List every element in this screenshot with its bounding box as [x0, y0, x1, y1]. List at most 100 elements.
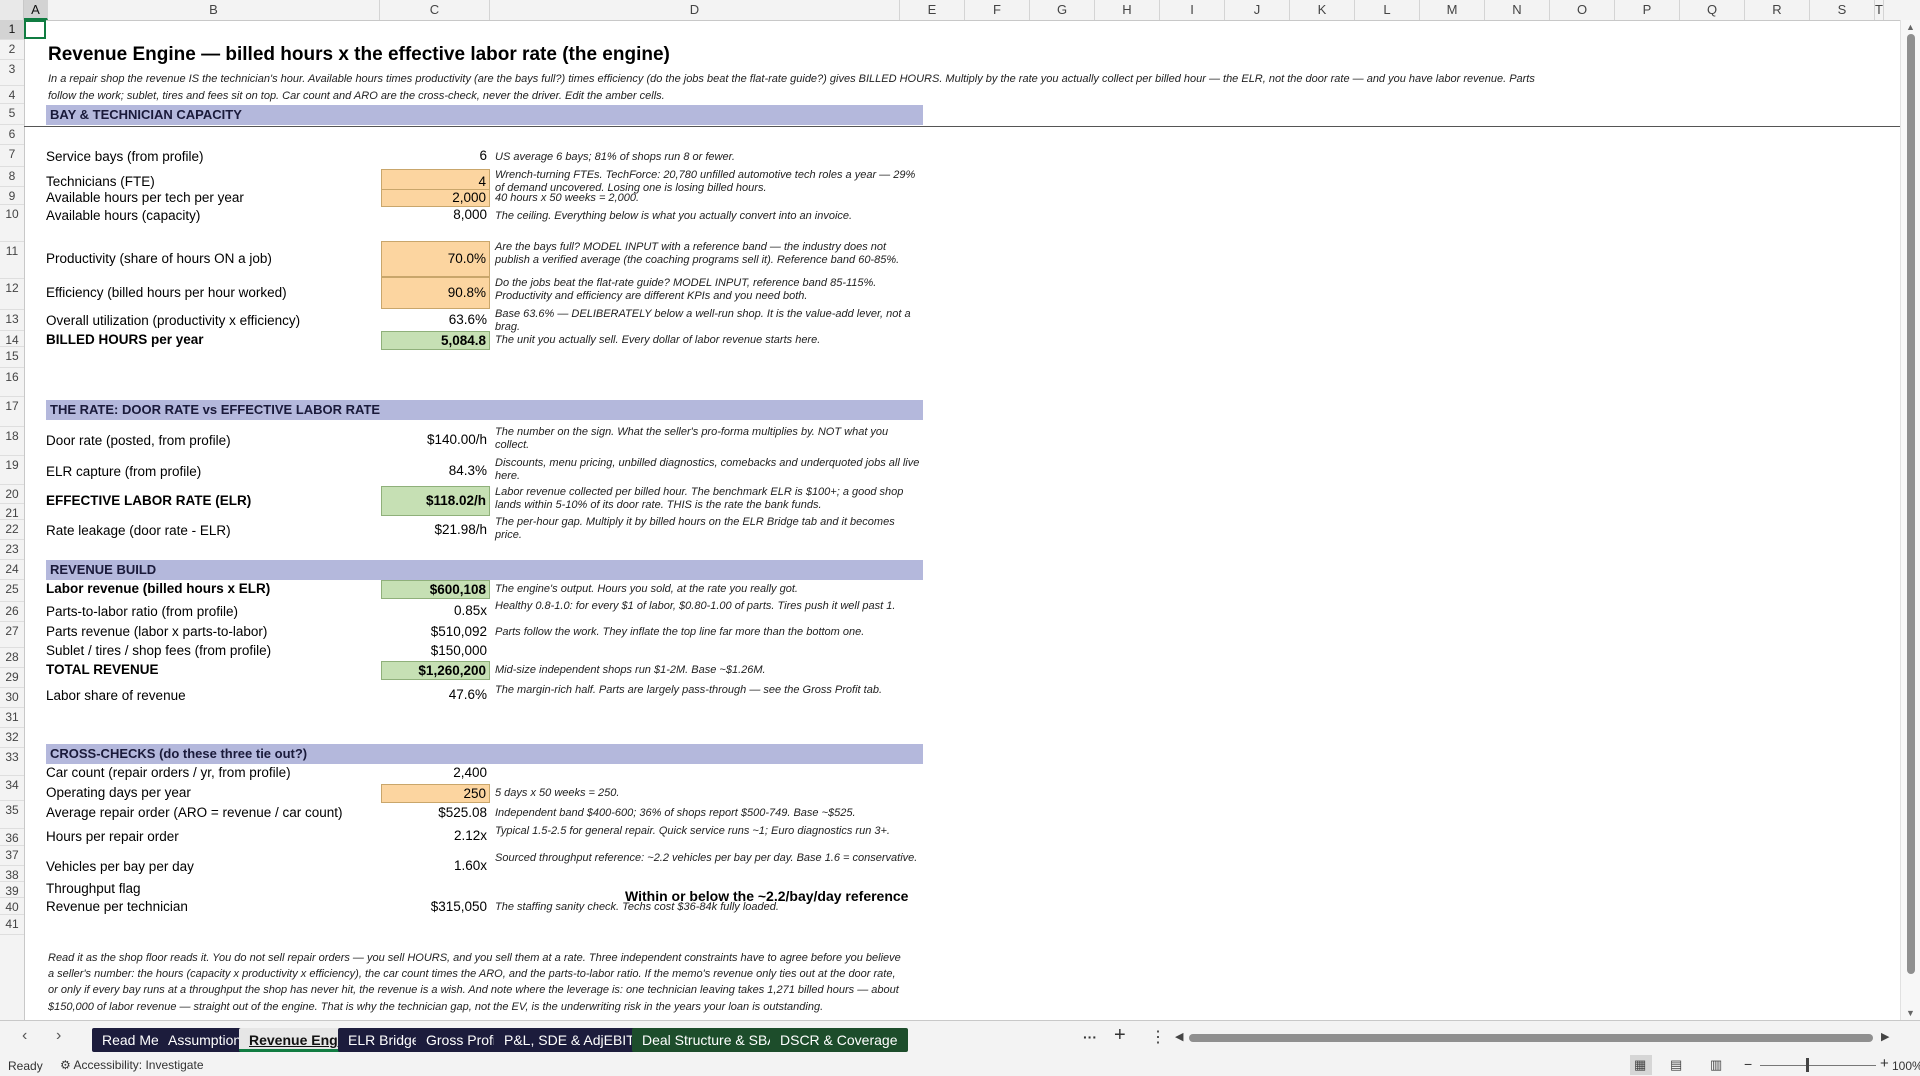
- zoom-out-icon[interactable]: −: [1744, 1056, 1752, 1072]
- sheet-tab[interactable]: Deal Structure & SBA: [632, 1028, 787, 1052]
- column-header-r[interactable]: R: [1745, 0, 1810, 20]
- row-value[interactable]: 84.3%: [381, 457, 490, 487]
- column-header-t[interactable]: T: [1875, 0, 1884, 20]
- zoom-level[interactable]: 100%: [1892, 1059, 1920, 1073]
- column-header-f[interactable]: F: [965, 0, 1030, 20]
- row-header-14[interactable]: 14: [0, 331, 24, 347]
- row-value[interactable]: $600,108: [381, 580, 490, 599]
- row-header-11[interactable]: 11: [0, 242, 24, 279]
- column-header-n[interactable]: N: [1485, 0, 1550, 20]
- scroll-right-icon[interactable]: ▶: [1881, 1030, 1889, 1043]
- row-value[interactable]: 1.60x: [381, 852, 490, 882]
- page-layout-view-icon[interactable]: ▤: [1670, 1057, 1682, 1073]
- column-header-l[interactable]: L: [1355, 0, 1420, 20]
- column-header-e[interactable]: E: [900, 0, 965, 20]
- row-value[interactable]: 0.85x: [381, 600, 490, 624]
- row-header-24[interactable]: 24: [0, 560, 24, 580]
- zoom-slider-handle[interactable]: [1806, 1058, 1809, 1072]
- accessibility-status[interactable]: ⚙ Accessibility: Investigate: [60, 1058, 204, 1072]
- row-value[interactable]: $21.98/h: [381, 516, 490, 546]
- row-header-2[interactable]: 2: [0, 40, 24, 60]
- row-header-1[interactable]: 1: [0, 20, 24, 40]
- column-header-b[interactable]: B: [48, 0, 380, 20]
- column-header-g[interactable]: G: [1030, 0, 1095, 20]
- column-header-m[interactable]: M: [1420, 0, 1485, 20]
- scroll-left-icon[interactable]: ◀: [1175, 1030, 1183, 1043]
- row-header-8[interactable]: 8: [0, 167, 24, 187]
- row-header-5[interactable]: 5: [0, 104, 24, 125]
- row-header-18[interactable]: 18: [0, 427, 24, 456]
- row-header-10[interactable]: 10: [0, 205, 24, 242]
- row-value[interactable]: $525.08: [381, 804, 490, 823]
- zoom-in-icon[interactable]: +: [1880, 1055, 1889, 1072]
- normal-view-button[interactable]: ▦: [1630, 1055, 1652, 1075]
- row-header-4[interactable]: 4: [0, 86, 24, 104]
- column-header-s[interactable]: S: [1810, 0, 1875, 20]
- tab-scroll-left-icon[interactable]: ‹: [22, 1027, 27, 1045]
- row-value[interactable]: $510,092: [381, 623, 490, 642]
- row-header-40[interactable]: 40: [0, 898, 24, 915]
- row-value[interactable]: 90.8%: [381, 277, 490, 309]
- row-header-23[interactable]: 23: [0, 540, 24, 560]
- zoom-slider[interactable]: [1760, 1065, 1876, 1066]
- scroll-down-icon[interactable]: ▼: [1906, 1008, 1915, 1018]
- column-header-q[interactable]: Q: [1680, 0, 1745, 20]
- column-header-k[interactable]: K: [1290, 0, 1355, 20]
- row-value[interactable]: 47.6%: [381, 684, 490, 708]
- row-header-21[interactable]: 21: [0, 504, 24, 520]
- row-value[interactable]: 2,000: [381, 189, 490, 207]
- column-header-p[interactable]: P: [1615, 0, 1680, 20]
- row-value[interactable]: $150,000: [381, 642, 490, 661]
- row-value[interactable]: 2,400: [381, 764, 490, 783]
- row-header-31[interactable]: 31: [0, 708, 24, 728]
- column-header-a[interactable]: A: [24, 0, 48, 20]
- row-value[interactable]: 70.0%: [381, 241, 490, 277]
- row-header-7[interactable]: 7: [0, 145, 24, 167]
- add-sheet-button[interactable]: +: [1114, 1024, 1126, 1047]
- scroll-up-icon[interactable]: ▲: [1906, 22, 1915, 32]
- row-value[interactable]: $140.00/h: [381, 426, 490, 456]
- column-header-c[interactable]: C: [380, 0, 490, 20]
- row-header-22[interactable]: 22: [0, 520, 24, 540]
- row-header-27[interactable]: 27: [0, 622, 24, 648]
- row-header-33[interactable]: 33: [0, 748, 24, 776]
- row-header-34[interactable]: 34: [0, 776, 24, 801]
- row-value[interactable]: $118.02/h: [381, 486, 490, 516]
- vertical-scroll-thumb[interactable]: [1907, 34, 1915, 974]
- row-header-25[interactable]: 25: [0, 580, 24, 602]
- row-header-29[interactable]: 29: [0, 668, 24, 688]
- row-value[interactable]: 250: [381, 784, 490, 803]
- row-header-30[interactable]: 30: [0, 688, 24, 708]
- active-cell-a1[interactable]: [24, 20, 46, 39]
- row-value[interactable]: 2.12x: [381, 825, 490, 849]
- column-header-o[interactable]: O: [1550, 0, 1615, 20]
- row-value[interactable]: $1,260,200: [381, 661, 490, 680]
- horizontal-scroll-thumb[interactable]: [1189, 1034, 1873, 1042]
- column-header-i[interactable]: I: [1160, 0, 1225, 20]
- select-all-corner[interactable]: [0, 0, 24, 20]
- row-header-20[interactable]: 20: [0, 485, 24, 504]
- row-header-19[interactable]: 19: [0, 456, 24, 485]
- row-value[interactable]: 6: [381, 148, 490, 166]
- row-header-38[interactable]: 38: [0, 866, 24, 882]
- sheet-tab[interactable]: DSCR & Coverage: [770, 1028, 908, 1052]
- row-header-15[interactable]: 15: [0, 347, 24, 368]
- row-header-41[interactable]: 41: [0, 915, 24, 935]
- horizontal-scrollbar[interactable]: ◀ ▶: [1175, 1027, 1895, 1049]
- row-header-37[interactable]: 37: [0, 846, 24, 866]
- row-header-32[interactable]: 32: [0, 728, 24, 748]
- column-header-d[interactable]: D: [490, 0, 900, 20]
- row-header-28[interactable]: 28: [0, 648, 24, 668]
- row-value[interactable]: 8,000: [381, 207, 490, 225]
- row-header-3[interactable]: 3: [0, 60, 24, 86]
- vertical-scrollbar[interactable]: ▲ ▼: [1900, 20, 1920, 1020]
- row-value[interactable]: $315,050: [381, 898, 490, 917]
- row-header-13[interactable]: 13: [0, 310, 24, 331]
- row-header-39[interactable]: 39: [0, 882, 24, 898]
- column-header-j[interactable]: J: [1225, 0, 1290, 20]
- row-header-17[interactable]: 17: [0, 397, 24, 427]
- row-header-12[interactable]: 12: [0, 279, 24, 310]
- row-header-16[interactable]: 16: [0, 368, 24, 397]
- column-header-h[interactable]: H: [1095, 0, 1160, 20]
- row-value[interactable]: 5,084.8: [381, 331, 490, 350]
